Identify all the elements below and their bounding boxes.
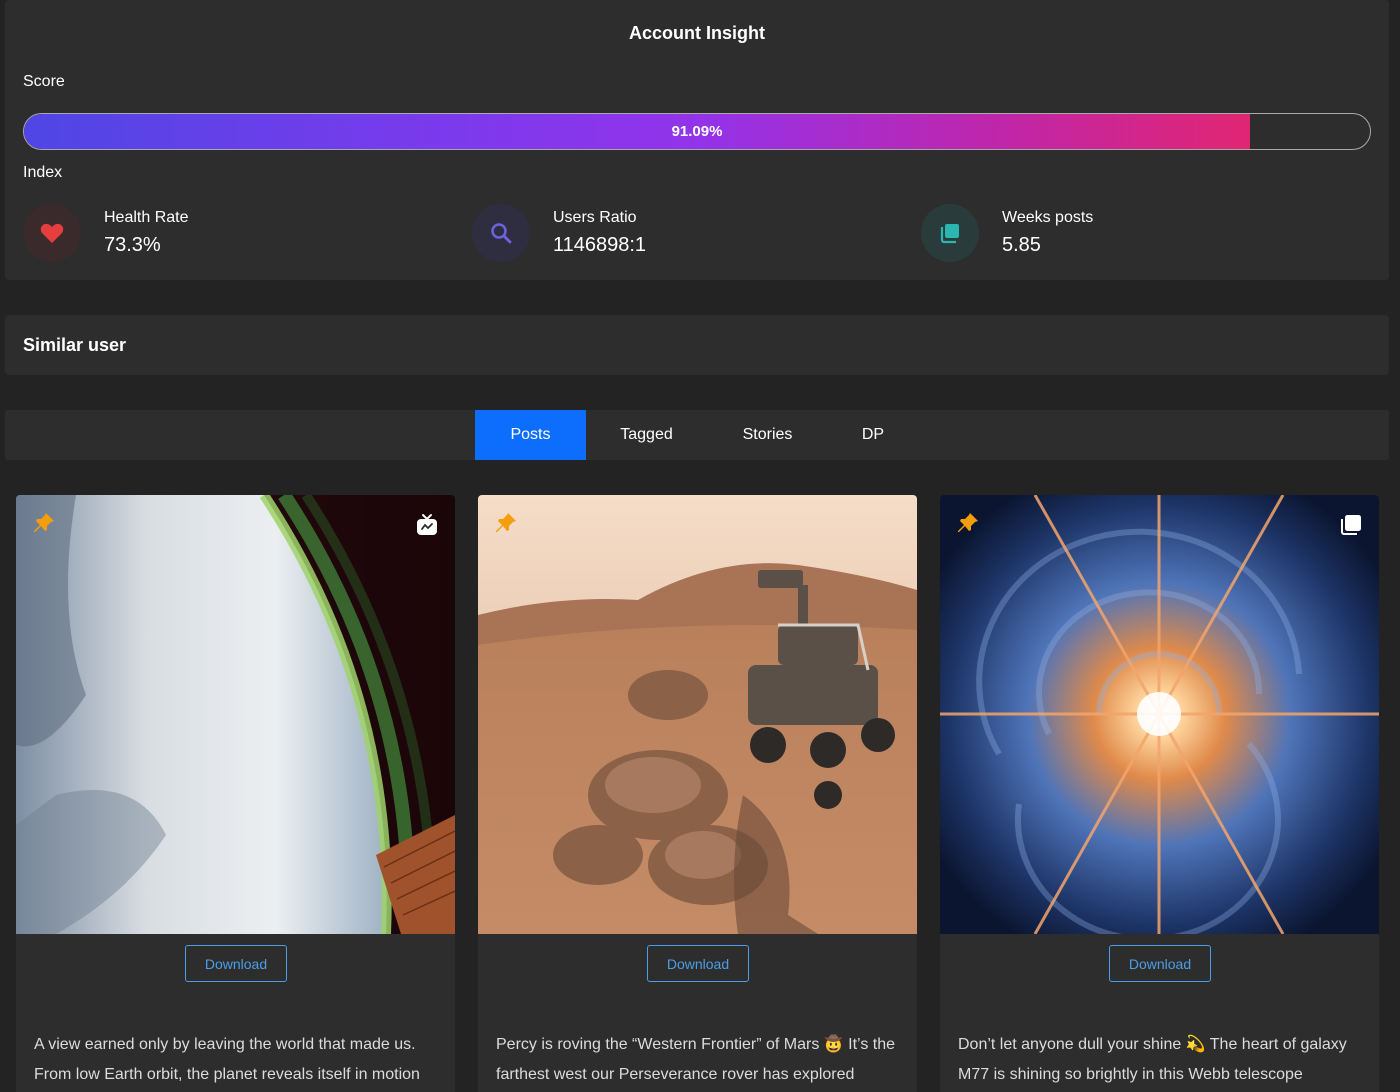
- score-progress-bar: 91.09%: [23, 113, 1371, 150]
- score-label: Score: [23, 73, 65, 90]
- carousel-icon: [1341, 515, 1361, 535]
- igtv-icon: [417, 514, 437, 535]
- post-caption: A view earned only by leaving the world …: [34, 1036, 420, 1083]
- post-caption: Percy is roving the “Western Frontier” o…: [496, 1036, 896, 1083]
- similar-user-title: Similar user: [23, 335, 127, 355]
- heart-icon: [23, 204, 81, 262]
- download-button[interactable]: Download: [647, 945, 749, 982]
- stack-icon: [921, 204, 979, 262]
- stat-label: Users Ratio: [553, 209, 637, 226]
- post-card: Download Percy is roving the “Western Fr…: [478, 495, 917, 1092]
- search-icon: [472, 204, 530, 262]
- account-insight-card: Account Insight Score 91.09% Index Healt…: [5, 0, 1389, 280]
- stat-value: 1146898:1: [553, 234, 647, 256]
- tab-tagged[interactable]: Tagged: [586, 410, 707, 460]
- stat-label: Health Rate: [104, 209, 189, 226]
- download-button[interactable]: Download: [1109, 945, 1211, 982]
- account-insight-title: Account Insight: [629, 23, 765, 43]
- tab-posts[interactable]: Posts: [475, 410, 586, 460]
- stat-value: 5.85: [1002, 234, 1041, 256]
- index-label: Index: [23, 164, 63, 181]
- post-image[interactable]: [16, 495, 455, 934]
- post-image[interactable]: [478, 495, 917, 934]
- post-card: Download A view earned only by leaving t…: [16, 495, 455, 1092]
- stat-label: Weeks posts: [1002, 209, 1094, 226]
- pin-icon: [34, 513, 54, 532]
- pin-icon: [496, 513, 516, 532]
- post-caption: Don’t let anyone dull your shine 💫 The h…: [958, 1036, 1347, 1083]
- post-image[interactable]: [940, 495, 1379, 934]
- tab-stories[interactable]: Stories: [707, 410, 828, 460]
- score-progress-text: 91.09%: [671, 123, 723, 140]
- stat-value: 73.3%: [104, 234, 161, 256]
- pin-icon: [958, 513, 978, 532]
- media-tabs: Posts Tagged Stories DP: [5, 410, 1389, 460]
- tab-dp[interactable]: DP: [828, 410, 918, 460]
- download-button[interactable]: Download: [185, 945, 287, 982]
- similar-user-card[interactable]: Similar user: [5, 315, 1389, 375]
- post-card: Download Don’t let anyone dull your shin…: [940, 495, 1379, 1092]
